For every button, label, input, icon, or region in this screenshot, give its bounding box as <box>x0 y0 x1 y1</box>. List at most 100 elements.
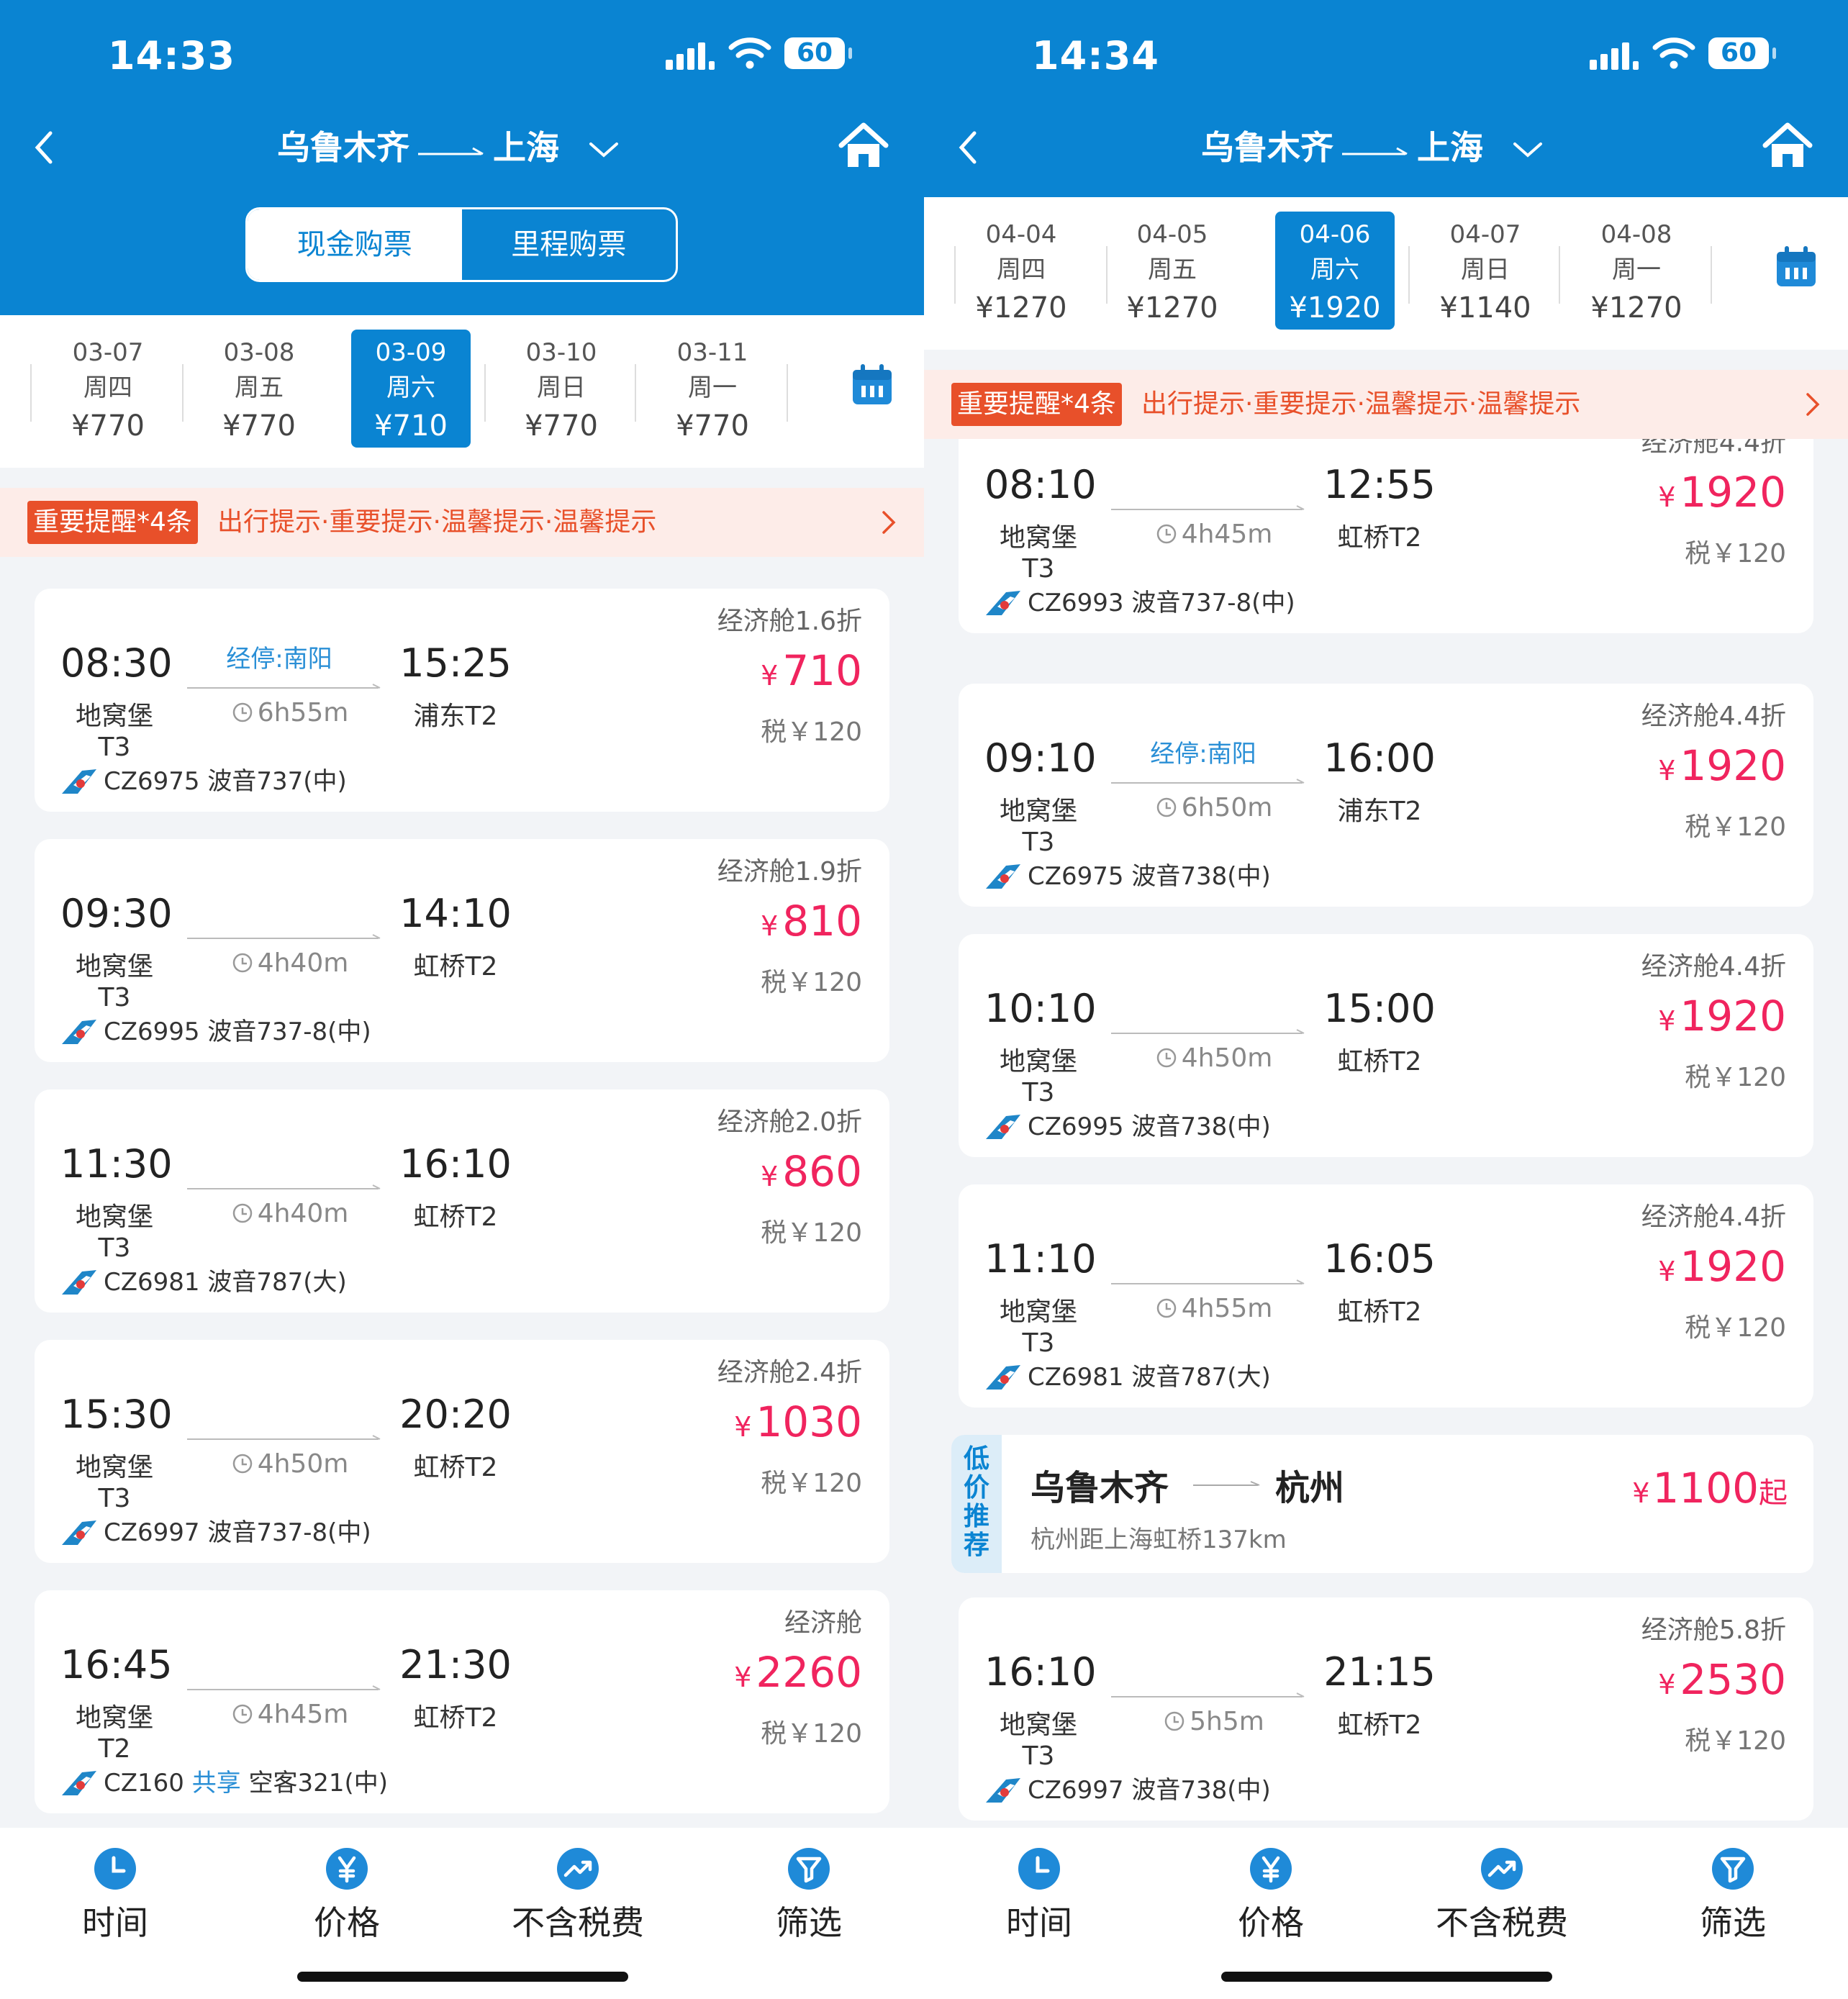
sort-by-price-tab[interactable]: 价格 <box>261 1846 433 1944</box>
date-label: 03-09 <box>375 338 447 367</box>
flight-arrow-icon <box>1111 777 1305 789</box>
notice-text: 出行提示·重要提示·温馨提示·温馨提示 <box>1141 389 1581 419</box>
duration-text: 4h40m <box>257 1199 349 1228</box>
date-selector: 03-07 周四 ¥770 03-08 周五 ¥770 03-09 周六 ¥710 03-1… <box>0 315 924 468</box>
flight-card[interactable]: 经济舱4.4折 09:10 地窝堡T3 经停:南阳 6h50m 16:00 浦东… <box>959 684 1813 907</box>
notice-bar[interactable]: 重要提醒*4条 出行提示·重要提示·温馨提示·温馨提示 <box>0 488 924 557</box>
home-icon[interactable] <box>838 121 889 171</box>
filter-tab[interactable]: 筛选 <box>1647 1846 1819 1944</box>
chevron-down-icon[interactable] <box>586 140 621 161</box>
exclude-tax-tab[interactable]: 不含税费 <box>1416 1846 1588 1944</box>
flight-info: CZ160 共享 空客321(中) <box>60 1763 388 1798</box>
date-price: ¥1270 <box>975 291 1067 325</box>
price-value: 710 <box>782 646 862 695</box>
divider <box>30 364 32 422</box>
flight-card[interactable]: 经济舱1.6折 08:30 地窝堡T3 经停:南阳 6h55m 15:25 浦东… <box>35 589 889 812</box>
flight-arrow-icon <box>187 1684 381 1695</box>
departure-airport: 地窝堡T3 <box>999 797 1077 857</box>
airline-logo-icon <box>60 1769 99 1797</box>
route-title[interactable]: 乌鲁木齐 上海 <box>1201 126 1545 169</box>
date-cell-selected[interactable]: 03-09 周六 ¥710 <box>351 330 471 448</box>
date-cell[interactable]: 04-07 周日 ¥1140 <box>1426 212 1545 330</box>
date-cell[interactable]: 03-10 周日 ¥770 <box>502 330 621 448</box>
duration-text: 4h50m <box>1181 1043 1273 1073</box>
home-icon[interactable] <box>1762 121 1813 171</box>
clock-icon <box>1156 1297 1177 1319</box>
duration: 4h40m <box>186 948 394 978</box>
flight-card[interactable]: 经济舱4.4折 10:10 地窝堡T3 4h50m 15:00 虹桥T2 CZ6… <box>959 934 1813 1157</box>
date-cell[interactable]: 03-11 周一 ¥770 <box>653 330 772 448</box>
flight-card[interactable]: 经济舱1.9折 09:30 地窝堡T3 4h40m 14:10 虹桥T2 CZ6… <box>35 839 889 1062</box>
date-cell[interactable]: 03-07 周四 ¥770 <box>48 330 168 448</box>
flight-info: CZ6997 波音737-8(中) <box>60 1513 371 1548</box>
promo-price: ¥1100起 <box>1632 1464 1788 1513</box>
airline-logo-icon <box>60 768 99 795</box>
arrival-airport: 浦东T2 <box>413 702 498 731</box>
price: ¥1030 <box>734 1397 862 1446</box>
wifi-icon <box>728 37 771 69</box>
weekday-label: 周一 <box>688 373 737 402</box>
date-cell-selected[interactable]: 04-06 周六 ¥1920 <box>1275 212 1395 330</box>
flight-card[interactable]: 经济舱5.8折 16:10 地窝堡T3 5h5m 21:15 虹桥T2 CZ69… <box>959 1597 1813 1821</box>
divider <box>954 246 956 304</box>
sort-by-price-tab[interactable]: 价格 <box>1185 1846 1357 1944</box>
filter-tab[interactable]: 筛选 <box>723 1846 895 1944</box>
departure-airport: 地窝堡T3 <box>75 1202 153 1263</box>
duration: 6h50m <box>1110 793 1318 822</box>
stopover-label: 经停:南阳 <box>226 645 332 674</box>
calendar-icon[interactable] <box>1775 245 1817 288</box>
header: 14:34 60 乌鲁木齐 上海 <box>924 0 1848 197</box>
flight-card[interactable]: 经济舱4.4折 08:10 地窝堡T3 4h45m 12:55 虹桥T2 CZ6… <box>959 439 1813 633</box>
yen-symbol: ¥ <box>1658 755 1676 787</box>
cash-purchase-tab[interactable]: 现金购票 <box>248 209 462 280</box>
airline-logo-icon <box>60 1519 99 1546</box>
flight-card[interactable]: 经济舱2.4折 15:30 地窝堡T3 4h50m 20:20 虹桥T2 CZ6… <box>35 1340 889 1563</box>
airline-logo-icon <box>984 589 1023 617</box>
sort-by-time-tab[interactable]: 时间 <box>29 1846 201 1944</box>
back-icon[interactable] <box>29 126 58 169</box>
date-cell[interactable]: 03-08 周五 ¥770 <box>199 330 319 448</box>
date-price: ¥1270 <box>1590 291 1682 325</box>
arrival-time: 15:00 <box>1323 986 1436 1031</box>
screen-left: 14:33 60 乌鲁木齐 上海 现金购票 里程购票 03-07 周四 ¥770 03… <box>0 0 924 1999</box>
notice-bar[interactable]: 重要提醒*4条 出行提示·重要提示·温馨提示·温馨提示 <box>924 370 1848 439</box>
tab-label: 不含税费 <box>512 1903 644 1942</box>
route-arrow-icon <box>418 147 484 155</box>
flight-card[interactable]: 经济舱 16:45 地窝堡T2 4h45m 21:30 虹桥T2 CZ160 共… <box>35 1590 889 1813</box>
flight-card[interactable]: 经济舱4.4折 11:10 地窝堡T3 4h55m 16:05 虹桥T2 CZ6… <box>959 1184 1813 1408</box>
chevron-down-icon[interactable] <box>1510 140 1545 161</box>
divider <box>182 364 184 422</box>
departure-time: 08:10 <box>984 462 1097 507</box>
flight-card[interactable]: 经济舱2.0折 11:30 地窝堡T3 4h40m 16:10 虹桥T2 CZ6… <box>35 1089 889 1313</box>
route-title[interactable]: 乌鲁木齐 上海 <box>277 126 621 169</box>
price: ¥1920 <box>1658 1242 1786 1291</box>
date-cell[interactable]: 04-05 周五 ¥1270 <box>1113 212 1232 330</box>
low-price-recommendation[interactable]: 低价推荐 乌鲁木齐 杭州 杭州距上海虹桥137km ¥1100起 <box>951 1435 1813 1573</box>
price-value: 1920 <box>1680 1242 1786 1291</box>
miles-purchase-tab[interactable]: 里程购票 <box>462 209 676 280</box>
date-price: ¥770 <box>525 409 598 443</box>
yen-symbol: ¥ <box>1632 1477 1650 1509</box>
sort-by-time-tab[interactable]: 时间 <box>953 1846 1125 1944</box>
header: 14:33 60 乌鲁木齐 上海 现金购票 里程购票 <box>0 0 924 315</box>
date-price: ¥770 <box>676 409 749 443</box>
exclude-tax-tab[interactable]: 不含税费 <box>492 1846 664 1944</box>
duration: 4h40m <box>186 1199 394 1228</box>
price-value: 1920 <box>1680 992 1786 1041</box>
flight-info: CZ6981 波音787(大) <box>984 1357 1271 1392</box>
cabin-discount: 经济舱1.9折 <box>717 857 862 887</box>
duration-text: 6h55m <box>257 698 349 727</box>
weekday-label: 周日 <box>1461 255 1510 284</box>
back-icon[interactable] <box>953 126 982 169</box>
date-cell[interactable]: 04-04 周四 ¥1270 <box>961 212 1081 330</box>
battery-icon: 60 <box>784 37 852 69</box>
status-time: 14:34 <box>1032 33 1159 78</box>
notice-text: 出行提示·重要提示·温馨提示·温馨提示 <box>217 507 657 537</box>
date-cell[interactable]: 04-08 周一 ¥1270 <box>1577 212 1696 330</box>
price-value: 860 <box>782 1147 862 1196</box>
weekday-label: 周六 <box>1310 255 1359 284</box>
departure-time: 16:45 <box>60 1642 173 1687</box>
calendar-icon[interactable] <box>851 363 893 406</box>
tax: 税￥120 <box>761 717 862 747</box>
yen-symbol: ¥ <box>761 660 779 692</box>
